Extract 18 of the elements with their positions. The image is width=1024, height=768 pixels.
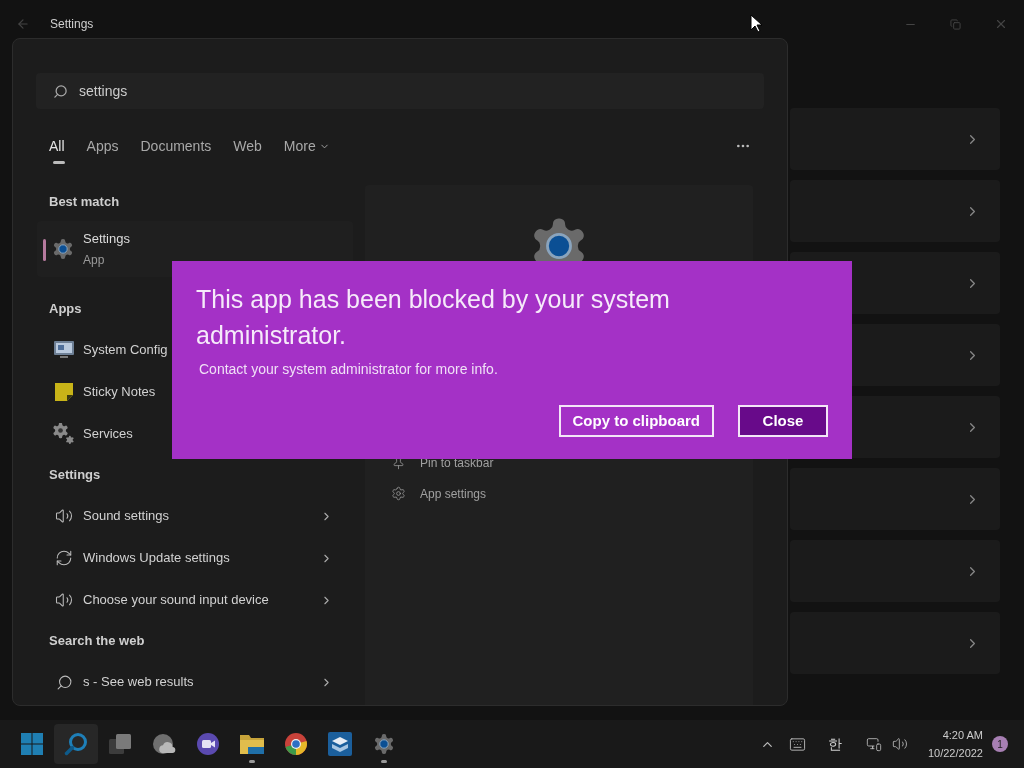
section-heading: Best match (48, 193, 121, 212)
window-title: Settings (50, 16, 94, 33)
dialog-message: Contact your system administrator for more info. (199, 360, 499, 379)
result-name: Windows Update settings (83, 549, 230, 568)
section-heading: Search the web (49, 632, 145, 651)
result-type: App (83, 251, 106, 269)
section-heading: Apps (49, 300, 82, 319)
result-name: Settings (83, 230, 130, 249)
result-name: Choose your sound input device (83, 591, 269, 610)
result-name: Sound settings (83, 507, 169, 526)
action-label: App settings (420, 485, 487, 503)
search-value: settings (79, 81, 128, 101)
result-name: System Config (83, 341, 168, 360)
section-heading: Settings (49, 466, 101, 485)
result-name: Sticky Notes (83, 383, 156, 402)
result-name: Services (83, 425, 133, 444)
dialog-title: This app has been blocked by your system administrator. (196, 284, 671, 351)
result-name: s - See web results (83, 673, 194, 692)
